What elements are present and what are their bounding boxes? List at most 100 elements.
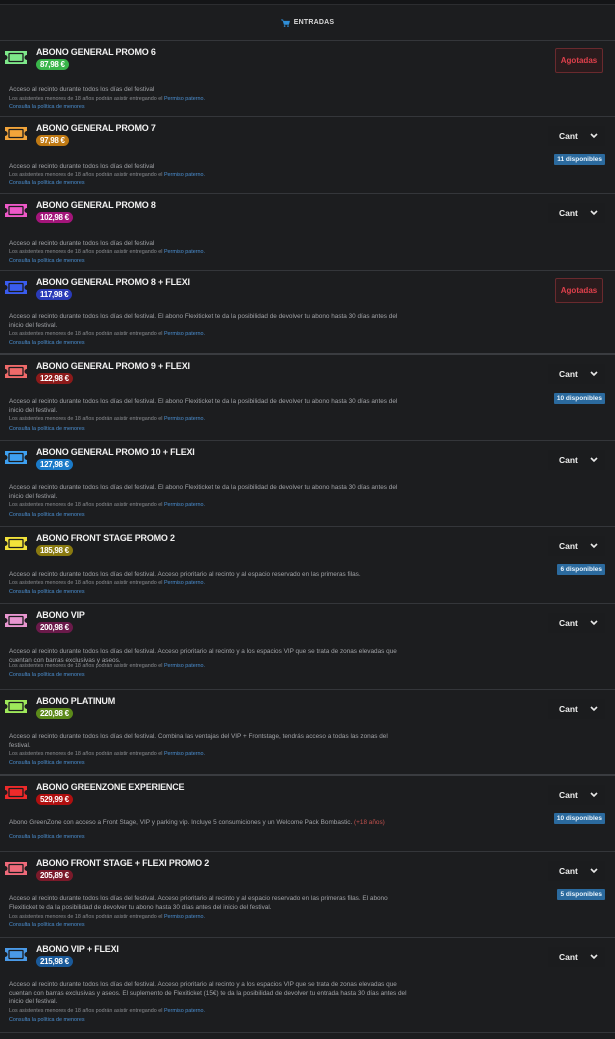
minors-notice: Los asistentes menores de 18 años podrán…: [9, 331, 205, 337]
minors-policy-link[interactable]: Consulta la política de menores: [9, 258, 85, 264]
quantity-select[interactable]: Cant: [548, 699, 605, 719]
minors-notice-text: Los asistentes menores de 18 años podrán…: [9, 416, 164, 422]
parental-permission-link[interactable]: Permiso paterno.: [164, 663, 205, 669]
quantity-label: Cant: [559, 952, 578, 962]
ticket-price: 215,98 €: [36, 956, 73, 967]
ticket-description: Acceso al recinto durante todos los días…: [9, 484, 405, 501]
quantity-label: Cant: [559, 455, 578, 465]
quantity-label: Cant: [559, 541, 578, 551]
minors-notice-text: Los asistentes menores de 18 años podrán…: [9, 1008, 164, 1014]
age-warning: (+18 años): [354, 819, 385, 826]
minors-policy-link[interactable]: Consulta la política de menores: [9, 834, 85, 840]
minors-notice-text: Los asistentes menores de 18 años podrán…: [9, 502, 164, 508]
minors-notice: Los asistentes menores de 18 años podrán…: [9, 751, 205, 757]
ticket-description: Acceso al recinto durante todos los días…: [9, 86, 405, 95]
minors-policy-link[interactable]: Consulta la política de menores: [9, 426, 85, 432]
minors-policy-link[interactable]: Consulta la política de menores: [9, 672, 85, 678]
minors-policy-link[interactable]: Consulta la política de menores: [9, 760, 85, 766]
ticket-row: ABONO GENERAL PROMO 10 + FLEXI 127,98 € …: [0, 441, 615, 527]
ticket-row: ABONO GREENZONE EXPERIENCE 529,99 € Abon…: [0, 776, 615, 852]
quantity-select[interactable]: Cant: [548, 450, 605, 470]
availability-badge: 10 disponibles: [553, 393, 605, 404]
ticket-description-text: Acceso al recinto durante todos los días…: [9, 240, 155, 247]
minors-notice-text: Los asistentes menores de 18 años podrán…: [9, 331, 164, 337]
minors-notice: Los asistentes menores de 18 años podrán…: [9, 1008, 205, 1014]
ticket-name: ABONO GENERAL PROMO 7: [36, 123, 156, 133]
ticket-name: ABONO GENERAL PROMO 6: [36, 47, 156, 57]
quantity-select[interactable]: Cant: [548, 947, 605, 967]
minors-policy-link[interactable]: Consulta la política de menores: [9, 589, 85, 595]
minors-policy-link[interactable]: Consulta la política de menores: [9, 180, 85, 186]
ticket-description-text: Acceso al recinto durante todos los días…: [9, 86, 155, 93]
ticket-name: ABONO FRONT STAGE + FLEXI PROMO 2: [36, 858, 209, 868]
ticket-description-text: Acceso al recinto durante todos los días…: [9, 484, 398, 500]
parental-permission-link[interactable]: Permiso paterno.: [164, 580, 205, 586]
sold-out-badge: Agotadas: [555, 278, 603, 303]
quantity-select[interactable]: Cant: [548, 861, 605, 881]
parental-permission-link[interactable]: Permiso paterno.: [164, 751, 205, 757]
quantity-select[interactable]: Cant: [548, 203, 605, 223]
ticket-description: Acceso al recinto durante todos los días…: [9, 313, 405, 330]
chevron-down-icon: [590, 868, 598, 874]
section-header: ENTRADAS: [0, 5, 615, 41]
ticket-icon: [5, 862, 27, 875]
ticket-description: Acceso al recinto durante todos los días…: [9, 163, 405, 172]
ticket-icon: [5, 948, 27, 961]
parental-permission-link[interactable]: Permiso paterno.: [164, 914, 205, 920]
quantity-label: Cant: [559, 369, 578, 379]
quantity-select[interactable]: Cant: [548, 613, 605, 633]
chevron-down-icon: [590, 792, 598, 798]
ticket-icon: [5, 281, 27, 294]
quantity-select[interactable]: Cant: [548, 364, 605, 384]
chevron-down-icon: [590, 210, 598, 216]
ticket-icon: [5, 614, 27, 627]
ticket-price: 205,89 €: [36, 870, 73, 881]
ticket-name: ABONO FRONT STAGE PROMO 2: [36, 533, 175, 543]
chevron-down-icon: [590, 543, 598, 549]
ticket-description-text: Acceso al recinto durante todos los días…: [9, 981, 407, 1006]
minors-policy-link[interactable]: Consulta la política de menores: [9, 922, 85, 928]
ticket-row: ABONO VIP + FLEXI 215,98 € Acceso al rec…: [0, 938, 615, 1033]
ticket-row: ABONO GENERAL PROMO 7 97,98 € Acceso al …: [0, 117, 615, 194]
quantity-select[interactable]: Cant: [548, 126, 605, 146]
availability-badge: 10 disponibles: [553, 813, 605, 824]
parental-permission-link[interactable]: Permiso paterno.: [164, 416, 205, 422]
minors-policy-link[interactable]: Consulta la política de menores: [9, 340, 85, 346]
parental-permission-link[interactable]: Permiso paterno.: [164, 96, 205, 102]
ticket-description-text: Acceso al recinto durante todos los días…: [9, 648, 397, 664]
parental-permission-link[interactable]: Permiso paterno.: [164, 172, 205, 178]
ticket-description: Acceso al recinto durante todos los días…: [9, 895, 415, 912]
ticket-icon: [5, 537, 27, 550]
quantity-select[interactable]: Cant: [548, 536, 605, 556]
ticket-price: 529,99 €: [36, 794, 73, 805]
ticket-row: ABONO GENERAL PROMO 8 102,98 € Acceso al…: [0, 194, 615, 271]
minors-notice-text: Los asistentes menores de 18 años podrán…: [9, 914, 164, 920]
chevron-down-icon: [590, 706, 598, 712]
chevron-down-icon: [590, 457, 598, 463]
ticket-icon: [5, 786, 27, 799]
minors-notice: Los asistentes menores de 18 años podrán…: [9, 96, 205, 102]
ticket-icon: [5, 51, 27, 64]
sold-out-badge: Agotadas: [555, 48, 603, 73]
minors-policy-link[interactable]: Consulta la política de menores: [9, 1017, 85, 1023]
ticket-row: ABONO GENERAL PROMO 6 87,98 € Acceso al …: [0, 41, 615, 117]
ticket-description-text: Acceso al recinto durante todos los días…: [9, 571, 361, 578]
parental-permission-link[interactable]: Permiso paterno.: [164, 1008, 205, 1014]
ticket-price: 127,98 €: [36, 459, 73, 470]
ticket-description: Acceso al recinto durante todos los días…: [9, 240, 405, 249]
minors-policy-link[interactable]: Consulta la política de menores: [9, 512, 85, 518]
minors-notice: Los asistentes menores de 18 años podrán…: [9, 663, 205, 669]
ticket-name: ABONO GENERAL PROMO 8: [36, 200, 156, 210]
ticket-description: Acceso al recinto durante todos los días…: [9, 571, 405, 580]
ticket-name: ABONO VIP: [36, 610, 85, 620]
ticket-row: ABONO FRONT STAGE + FLEXI PROMO 2 205,89…: [0, 852, 615, 938]
parental-permission-link[interactable]: Permiso paterno.: [164, 502, 205, 508]
minors-policy-link[interactable]: Consulta la política de menores: [9, 104, 85, 110]
quantity-label: Cant: [559, 866, 578, 876]
ticket-price: 185,98 €: [36, 545, 73, 556]
parental-permission-link[interactable]: Permiso paterno.: [164, 249, 205, 255]
availability-badge: 11 disponibles: [554, 154, 605, 165]
quantity-select[interactable]: Cant: [548, 785, 605, 805]
ticket-price: 87,98 €: [36, 59, 69, 70]
parental-permission-link[interactable]: Permiso paterno.: [164, 331, 205, 337]
